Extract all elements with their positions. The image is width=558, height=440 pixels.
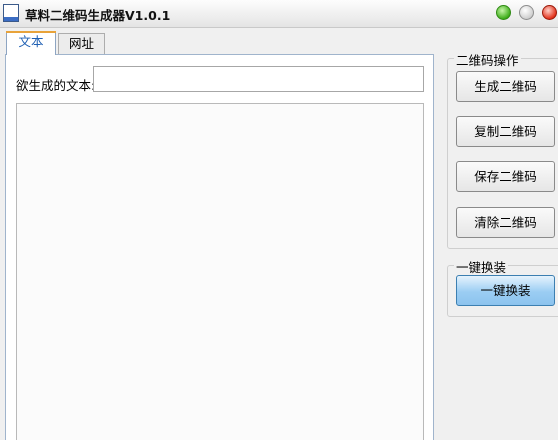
app-window: 草料二维码生成器V1.0.1 文本 网址 欲生成的文本: 二维码操作 生成二维码… (0, 0, 558, 440)
change-skin-button[interactable]: 一键换装 (456, 275, 555, 306)
text-input-label: 欲生成的文本: (16, 78, 96, 93)
clear-qr-button[interactable]: 清除二维码 (456, 207, 555, 238)
copy-qr-button[interactable]: 复制二维码 (456, 116, 555, 147)
tab-url[interactable]: 网址 (58, 33, 105, 54)
save-qr-button[interactable]: 保存二维码 (456, 161, 555, 192)
text-content-area[interactable] (16, 103, 424, 440)
qr-app-icon (3, 4, 19, 22)
close-button[interactable] (542, 5, 557, 20)
generate-qr-button[interactable]: 生成二维码 (456, 71, 555, 102)
text-input[interactable] (93, 66, 424, 92)
skin-group-title: 一键换装 (454, 257, 509, 276)
qr-operations-title: 二维码操作 (454, 50, 521, 69)
window-title: 草料二维码生成器V1.0.1 (25, 8, 171, 23)
maximize-button[interactable] (519, 5, 534, 20)
minimize-button[interactable] (496, 5, 511, 20)
tab-text[interactable]: 文本 (6, 31, 56, 55)
title-bar[interactable]: 草料二维码生成器V1.0.1 (0, 0, 558, 28)
